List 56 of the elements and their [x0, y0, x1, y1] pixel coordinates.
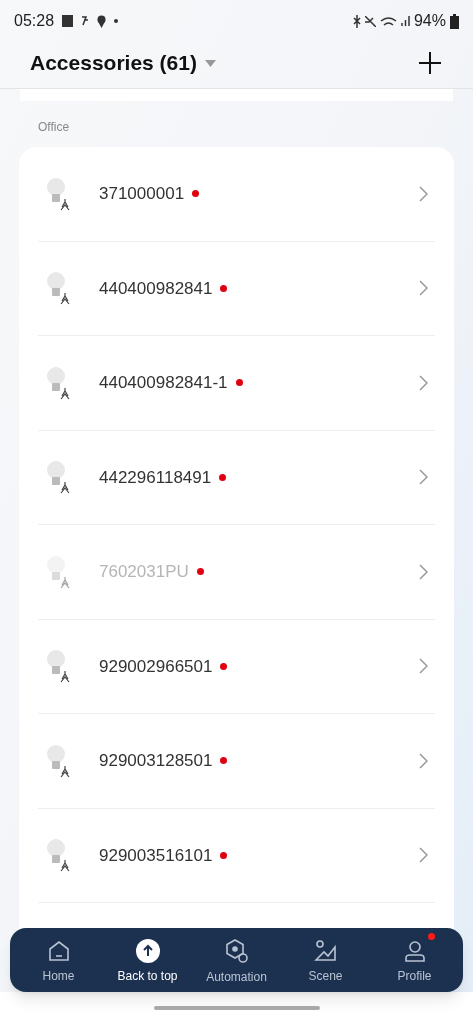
chevron-right-icon [419, 185, 428, 202]
accessory-row[interactable]: 929003128501 [38, 714, 435, 809]
nav-tab[interactable]: Automation [192, 930, 281, 990]
signal-icon [400, 16, 410, 26]
person-icon [402, 939, 427, 963]
mute-icon [364, 15, 376, 27]
accessory-name: 442296118491 [99, 466, 212, 489]
accessory-name: 371000001 [99, 183, 185, 205]
accessory-row[interactable]: 929002966501 [38, 619, 435, 714]
dot-icon [114, 19, 119, 23]
chevron-right-icon [419, 280, 428, 297]
location-icon [97, 14, 107, 28]
bulb-icon [45, 554, 72, 589]
bulb-icon [45, 176, 72, 211]
chevron-right-icon [419, 847, 428, 864]
bulb-icon [45, 838, 72, 873]
accessory-name: 7602031PU [99, 561, 189, 583]
chevron-right-icon [419, 752, 428, 769]
caret-icon [204, 59, 216, 67]
bulb-icon [45, 743, 72, 778]
accessory-name: 440400982841 [99, 277, 213, 300]
chevron-right-icon [419, 658, 428, 675]
accessory-name: 929002966501 [99, 655, 213, 678]
plus-icon [419, 52, 441, 74]
add-button[interactable] [417, 50, 443, 76]
phone-icon [62, 15, 74, 27]
house-icon [46, 939, 71, 963]
chevron-right-icon [419, 563, 428, 580]
accessory-name: 929003516101 [99, 844, 213, 867]
chevron-right-icon [419, 374, 428, 391]
nav-tab[interactable]: Scene [281, 931, 370, 989]
bulb-icon [45, 365, 72, 400]
section-label: Office [37, 119, 71, 136]
bluetooth-icon [352, 14, 361, 28]
landscape-icon [313, 939, 338, 963]
battery-percent: 94% [413, 11, 446, 31]
accessories-dropdown[interactable]: Accessories (61) [30, 47, 216, 79]
wifi-icon [379, 16, 397, 26]
bulb-icon [45, 271, 72, 306]
nav-tab[interactable]: Home [14, 931, 103, 989]
battery-icon [450, 13, 459, 29]
arrow-up-icon [135, 939, 160, 963]
nav-tab[interactable]: Profile [370, 931, 459, 989]
accessory-row[interactable]: 440400982841-1 [38, 336, 435, 431]
accessory-row[interactable]: 442296118491 [38, 430, 435, 525]
hexagon-icon [223, 938, 250, 964]
accessory-row[interactable]: 371000001 [38, 147, 435, 242]
accessory-name: 440400982841-1 [99, 372, 228, 394]
chevron-right-icon [419, 469, 428, 486]
accessory-row[interactable]: 929003516101 [38, 808, 435, 903]
status-time: 05:28 [14, 11, 55, 31]
bulb-icon [45, 460, 72, 495]
accessory-name: 929003128501 [99, 750, 213, 772]
bulb-icon [45, 649, 72, 684]
nav-tab[interactable]: Back to top [103, 931, 192, 989]
accessory-row[interactable]: 440400982841 [38, 241, 435, 336]
